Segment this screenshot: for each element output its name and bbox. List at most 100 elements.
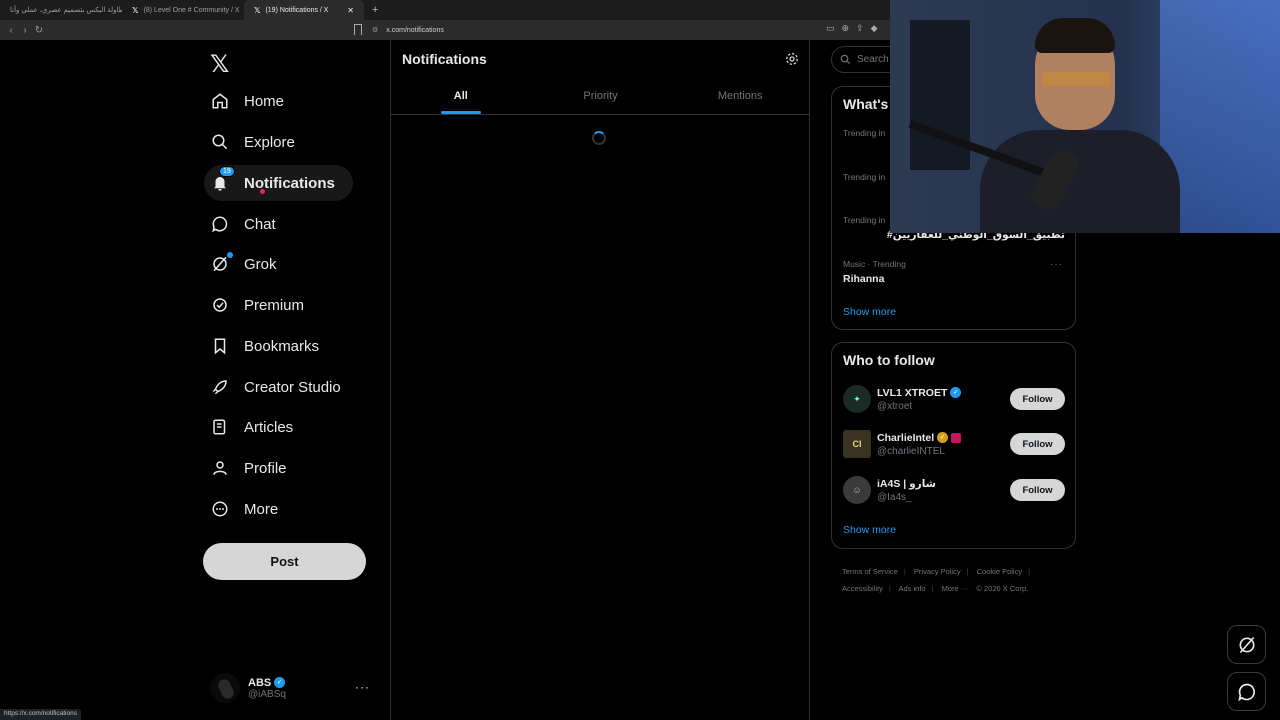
webcam-person xyxy=(1035,18,1115,53)
share-icon[interactable]: ⇪ xyxy=(856,23,864,34)
tab-mentions[interactable]: Mentions xyxy=(670,80,810,114)
url-text: x.com/notifications xyxy=(386,26,444,34)
new-tab-button[interactable]: + xyxy=(364,4,386,16)
browser-tab[interactable]: طاولة اليكس بتصميم عصري، عملي وأنا xyxy=(0,0,122,20)
account-text: ABS ✓ @iABSq xyxy=(248,677,286,700)
affiliate-badge-icon xyxy=(951,432,962,443)
close-icon[interactable]: ✕ xyxy=(347,6,354,15)
extension-icon[interactable]: ◆ xyxy=(871,23,878,34)
forward-icon[interactable]: › xyxy=(18,25,32,36)
notification-tabs: All Priority Mentions xyxy=(391,80,810,115)
x-logo-icon[interactable]: 𝕏 xyxy=(210,50,229,78)
avatar: ☺ xyxy=(843,476,871,504)
x-favicon-icon: 𝕏 xyxy=(132,5,139,15)
bookmark-page-icon[interactable] xyxy=(354,24,362,35)
trend-item[interactable]: Music · Trending Rihanna ··· xyxy=(843,259,1065,285)
account-switcher[interactable]: ABS ✓ @iABSq ··· xyxy=(210,666,380,710)
suggestion-handle: @Ia4s_ xyxy=(877,491,912,503)
gear-icon[interactable] xyxy=(785,52,799,71)
suggestion-display-name: CharlieIntel xyxy=(877,431,935,444)
grok-icon xyxy=(210,252,233,274)
follow-show-more-link[interactable]: Show more xyxy=(843,524,896,536)
post-button[interactable]: Post xyxy=(203,543,366,580)
follow-suggestion[interactable]: ☺ iA4S | شارو @Ia4s_ Follow xyxy=(843,473,1065,507)
nav-item-articles[interactable]: Articles xyxy=(204,409,311,445)
chat-icon xyxy=(210,214,230,234)
chat-icon xyxy=(1237,683,1255,701)
chat-floating-button[interactable] xyxy=(1227,672,1266,711)
nav-item-creator-studio[interactable]: Creator Studio xyxy=(204,369,359,405)
nav-label: Profile xyxy=(244,459,287,477)
footer-separator: | xyxy=(888,584,891,593)
more-dots-icon[interactable]: ··· xyxy=(1050,259,1063,270)
suggestion-handle: @xtroet xyxy=(877,400,913,412)
bookmark-icon xyxy=(210,336,230,356)
webcam-person xyxy=(1042,72,1110,86)
url-field[interactable]: ⚙ x.com/notifications xyxy=(372,26,444,35)
bell-icon: 19 xyxy=(210,166,235,193)
status-bar-url: https://x.com/notifications xyxy=(0,709,81,720)
trend-name: Rihanna xyxy=(843,273,885,285)
search-icon xyxy=(210,132,230,152)
nav-item-home[interactable]: Home xyxy=(204,83,302,119)
new-indicator-dot xyxy=(227,252,233,258)
browser-toolbar-icons: ▭ ⊕ ⇪ ◆ xyxy=(826,23,878,34)
zoom-icon[interactable]: ⊕ xyxy=(842,23,850,34)
suggestion-name: LVL1 XTROET ✓ xyxy=(877,387,1010,399)
who-to-follow-title: Who to follow xyxy=(843,352,935,368)
follow-button[interactable]: Follow xyxy=(1010,479,1065,501)
mouse-cursor-indicator xyxy=(260,189,265,194)
site-info-icon[interactable]: ⚙ xyxy=(372,26,378,34)
cast-icon[interactable]: ▭ xyxy=(826,23,835,34)
footer-link[interactable]: Terms of Service xyxy=(842,567,898,576)
suggestion-name: CharlieIntel ✓ xyxy=(877,432,1010,444)
nav-item-explore[interactable]: Explore xyxy=(204,124,313,160)
tab-title: (8) Level One # Community / X xyxy=(143,6,240,14)
nav-label: Articles xyxy=(244,418,294,436)
suggestion-display-name: LVL1 XTROET xyxy=(877,386,948,399)
more-dots-icon[interactable]: ··· xyxy=(355,680,370,694)
nav-item-chat[interactable]: Chat xyxy=(204,206,294,242)
avatar xyxy=(210,673,240,703)
tab-title: (19) Notifications / X xyxy=(265,6,329,14)
follow-suggestion[interactable]: CI CharlieIntel ✓ @charlieINTEL Follow xyxy=(843,427,1065,461)
tab-priority[interactable]: Priority xyxy=(531,80,671,114)
nav-item-notifications[interactable]: 19 Notifications xyxy=(204,165,353,201)
trend-meta: Music · Trending xyxy=(843,259,906,269)
follow-button[interactable]: Follow xyxy=(1010,388,1065,410)
loading-spinner-icon xyxy=(592,131,606,145)
footer-link[interactable]: Ads info xyxy=(898,584,925,593)
trends-show-more-link[interactable]: Show more xyxy=(843,306,896,318)
webcam-person xyxy=(980,130,1180,233)
more-circle-icon xyxy=(210,499,230,519)
suggestion-handle: @charlieINTEL xyxy=(877,445,945,457)
browser-tab[interactable]: 𝕏 (8) Level One # Community / X xyxy=(122,0,244,20)
x-favicon-icon: 𝕏 xyxy=(254,5,261,15)
search-icon xyxy=(840,54,851,65)
footer-link[interactable]: Privacy Policy xyxy=(914,567,961,576)
back-icon[interactable]: ‹ xyxy=(4,25,18,36)
nav-label: Grok xyxy=(244,255,277,273)
reload-icon[interactable]: ↻ xyxy=(32,25,46,36)
follow-button[interactable]: Follow xyxy=(1010,433,1065,455)
nav-item-bookmarks[interactable]: Bookmarks xyxy=(204,328,337,364)
search-placeholder: Search xyxy=(857,54,889,65)
suggestion-text: iA4S | شارو @Ia4s_ xyxy=(877,478,1010,503)
rocket-icon xyxy=(210,377,230,397)
footer-link[interactable]: Cookie Policy xyxy=(977,567,1022,576)
notifications-column: Notifications All Priority Mentions xyxy=(390,40,810,720)
grok-floating-button[interactable] xyxy=(1227,625,1266,664)
footer-link[interactable]: More ··· xyxy=(942,584,969,593)
webcam-background xyxy=(910,20,970,170)
tab-all[interactable]: All xyxy=(391,80,531,114)
account-handle: @iABSq xyxy=(248,688,286,700)
nav-item-grok[interactable]: Grok xyxy=(204,246,295,282)
nav-item-profile[interactable]: Profile xyxy=(204,450,305,486)
copyright-text: © 2026 X Corp. xyxy=(976,584,1029,593)
nav-item-more[interactable]: More xyxy=(204,491,296,527)
nav-item-premium[interactable]: Premium xyxy=(204,287,322,323)
browser-tab-active[interactable]: 𝕏 (19) Notifications / X ✕ xyxy=(244,0,364,20)
footer-link[interactable]: Accessibility xyxy=(842,584,883,593)
follow-suggestion[interactable]: ✦ LVL1 XTROET ✓ @xtroet Follow xyxy=(843,382,1065,416)
nav-label: Bookmarks xyxy=(244,337,320,355)
